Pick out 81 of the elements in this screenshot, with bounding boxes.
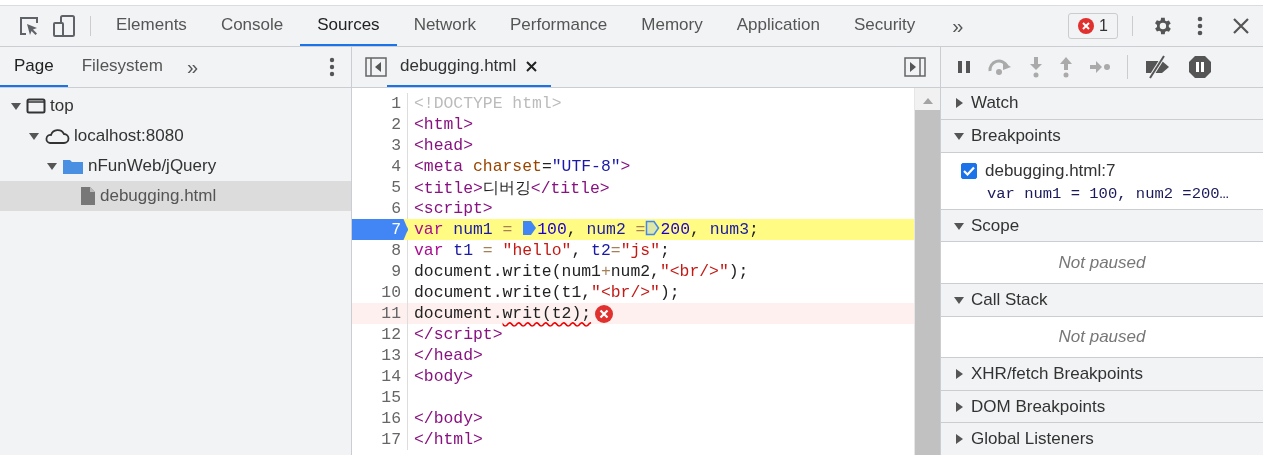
empty-message: Not paused [1058,252,1146,273]
line-number[interactable]: 11 [352,303,408,324]
section-header[interactable]: Breakpoints [971,125,1061,146]
close-icon[interactable] [526,60,538,72]
line-number[interactable]: 9 [352,261,408,282]
pause-on-exceptions-icon[interactable] [1188,54,1212,79]
code-line: var t1 = "hello", t2="js"; [414,241,670,260]
code-line: <meta charset="UTF-8"> [414,157,631,176]
section-header[interactable]: Call Stack [971,289,1048,310]
device-icon[interactable] [52,14,76,38]
line-number[interactable]: 5 [352,177,408,198]
expand-arrow-icon[interactable] [953,367,965,380]
more-tabs[interactable]: » [176,47,209,87]
line-number[interactable]: 16 [352,408,408,429]
error-icon [595,304,614,323]
expand-arrow-icon[interactable] [953,433,965,446]
panel-tab[interactable]: Network [396,6,493,46]
folder-icon [62,157,84,175]
breakpoint-marker-icon[interactable] [522,220,538,236]
code-line: <title>디버깅</title> [414,177,610,199]
file-tab[interactable]: debugging.html [400,56,517,76]
code-line: </html> [414,430,483,449]
line-number[interactable]: 3 [352,135,408,156]
line-number[interactable]: 1 [352,93,408,114]
breakpoint-location[interactable]: debugging.html:7 [985,160,1116,181]
inspect-icon[interactable] [18,15,40,37]
code-line: <html> [414,115,474,134]
window-icon [26,97,46,115]
error-count-badge[interactable]: 1 [1068,13,1118,39]
panel-tab[interactable]: Memory [624,6,720,46]
scrollbar[interactable] [914,88,940,455]
close-icon[interactable] [1233,18,1249,34]
line-number[interactable]: 14 [352,366,408,387]
file-icon [80,186,96,206]
line-number[interactable]: 17 [352,429,408,450]
breakpoint-code: var num1 = 100, num2 =200… [987,184,1229,203]
toggle-debugger-icon[interactable] [904,57,926,77]
line-number[interactable]: 7 [352,219,408,240]
expand-arrow-icon[interactable] [953,97,965,110]
line-number[interactable]: 4 [352,156,408,177]
expand-arrow-icon[interactable] [28,130,40,142]
tree-item[interactable]: top [50,96,74,116]
expand-arrow-icon[interactable] [46,160,58,172]
more-options-icon[interactable] [1197,16,1203,36]
line-number[interactable]: 15 [352,387,408,408]
panel-tab[interactable]: Console [203,6,301,46]
code-line: </head> [414,346,483,365]
code-line: <body> [414,367,474,386]
breakpoint-checkbox[interactable] [961,162,977,179]
code-line: </body> [414,409,483,428]
line-number[interactable]: 13 [352,345,408,366]
tree-item[interactable]: localhost:8080 [74,126,184,146]
code-line: document.write(t1,"<br/>"); [414,283,680,302]
line-number[interactable]: 12 [352,324,408,345]
panel-tab[interactable]: Elements [99,6,204,46]
more-options-icon[interactable] [329,57,335,77]
tree-item[interactable]: nFunWeb/jQuery [88,156,217,176]
code-line: document.write(num1+num2,"<br/>"); [414,262,749,281]
code-line: </script> [414,325,503,344]
panel-tab[interactable]: Application [719,6,837,46]
code-line: <!DOCTYPE html> [414,94,562,113]
section-header[interactable]: Watch [971,93,1019,114]
code-line: document.writ(t2); [414,304,592,323]
pause-icon[interactable] [957,59,971,74]
panel-tab[interactable]: Security [836,6,933,46]
line-number[interactable]: 8 [352,240,408,261]
section-header[interactable]: Scope [971,215,1020,236]
code-line: <head> [414,136,474,155]
more-tabs[interactable]: » [932,6,984,46]
expand-arrow-icon[interactable] [10,100,22,112]
code-line: <script> [414,199,493,218]
empty-message: Not paused [1058,326,1146,347]
cloud-icon [44,127,70,145]
navigator-tab[interactable]: Page [0,47,68,87]
line-number[interactable]: 2 [352,114,408,135]
panel-tab[interactable]: Performance [493,6,625,46]
expand-arrow-icon[interactable] [953,400,965,413]
breakpoint-marker-icon[interactable] [645,220,661,236]
navigator-tab[interactable]: Filesystem [67,47,177,87]
code-line: var num1 = 100, num2 = 200, num3; [414,220,759,239]
toggle-navigator-icon[interactable] [365,57,387,77]
